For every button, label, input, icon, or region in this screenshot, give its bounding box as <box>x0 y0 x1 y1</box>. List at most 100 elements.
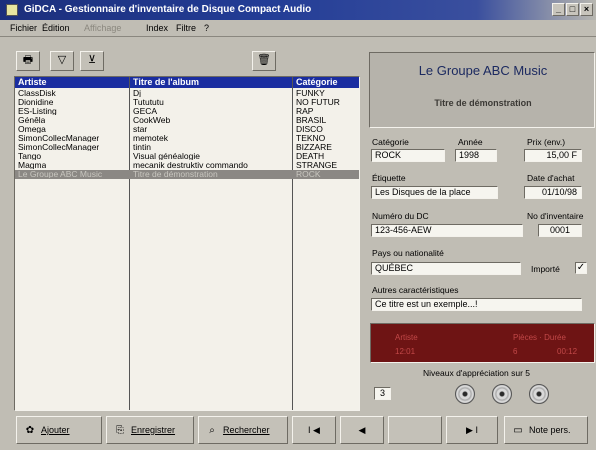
table-cell: Visual généalogie <box>133 152 200 160</box>
window-title: GiDCA - Gestionnaire d'inventaire de Dis… <box>24 4 312 15</box>
nav-prev-button[interactable]: ◀ <box>340 416 384 444</box>
pays-label: Pays ou nationalité <box>372 248 444 258</box>
numero-dc-field[interactable]: 123-456-AEW <box>371 224 523 237</box>
menu-help[interactable]: ? <box>204 23 209 33</box>
annee-field[interactable]: 1998 <box>455 149 497 162</box>
table-cell: Génêla <box>18 116 46 124</box>
numero-dc-label: Numéro du DC <box>372 211 429 221</box>
table-cell: STRANGE <box>296 161 338 169</box>
menu-edition[interactable]: Édition <box>42 23 70 33</box>
table-cell: tintin <box>133 143 151 151</box>
menu-fichier[interactable]: Fichier <box>10 23 37 33</box>
prix-field[interactable]: 15,00 F <box>524 149 582 162</box>
album-banner: Le Groupe ABC Music Titre de démonstrati… <box>369 52 595 128</box>
table-cell: memotek <box>133 134 168 142</box>
table-cell: Tutututu <box>133 98 164 106</box>
save-button-label: Enregistrer <box>131 425 176 435</box>
table-cell: Dj <box>133 89 142 97</box>
table-row[interactable]: ClassDisk Dj FUNKY <box>15 89 359 98</box>
status-line1-right: Pièces · Durée <box>513 333 566 342</box>
table-cell: FUNKY <box>296 89 325 97</box>
importe-label: Importé <box>531 264 560 274</box>
table-cell: Omega <box>18 125 46 133</box>
nav-first-button[interactable]: I ◀ <box>292 416 336 444</box>
search-button-label: Rechercher <box>223 425 270 435</box>
importe-checkbox[interactable]: ✓ <box>575 262 587 274</box>
note-icon: ▭ <box>513 425 523 436</box>
add-button[interactable]: ✿ Ajouter <box>16 416 102 444</box>
table-row[interactable]: SimonCollecManager memotek TEKNO <box>15 134 359 143</box>
table-row[interactable]: Dionidine Tutututu NO FUTUR <box>15 98 359 107</box>
toolbar-divider <box>0 36 596 37</box>
status-line2-right: 00:12 <box>557 347 578 356</box>
status-line2-left: 12:01 <box>395 347 416 356</box>
title-bar[interactable]: GiDCA - Gestionnaire d'inventaire de Dis… <box>0 0 596 20</box>
status-panel: Artiste Pièces · Durée 12:01 6 00:12 <box>370 323 595 363</box>
table-cell: RAP <box>296 107 314 115</box>
table-row[interactable]: Génêla CookWeb BRASIL <box>15 116 359 125</box>
table-row[interactable]: Magma mecanik destruktiv commando STRANGE <box>15 161 359 170</box>
table-cell: ROCK <box>296 170 321 178</box>
table-row[interactable]: SimonCollecManager tintin BIZZARE <box>15 143 359 152</box>
table-cell: SimonCollecManager <box>18 134 100 142</box>
menu-affichage[interactable]: Affichage <box>84 23 121 33</box>
autres-label: Autres caractéristiques <box>372 285 459 295</box>
table-cell: CookWeb <box>133 116 171 124</box>
menu-index[interactable]: Index <box>146 23 168 33</box>
date-achat-field[interactable]: 01/10/98 <box>524 186 582 199</box>
search-button[interactable]: ⌕ Rechercher <box>198 416 288 444</box>
note-button[interactable]: ▭ Note pers. <box>504 416 588 444</box>
table-cell: BRASIL <box>296 116 327 124</box>
table-row[interactable]: Tango Visual généalogie DEATH <box>15 152 359 161</box>
table-cell: Tango <box>18 152 42 160</box>
categorie-field[interactable]: ROCK <box>371 149 445 162</box>
table-row[interactable]: Omega star DISCO <box>15 125 359 134</box>
album-list[interactable]: Artiste Titre de l'album Catégorie Class… <box>14 76 360 411</box>
menu-filtre[interactable]: Filtre <box>176 23 196 33</box>
table-cell: Titre de démonstration <box>133 170 218 178</box>
save-icon: ⎘ <box>116 425 124 436</box>
no-inventaire-field[interactable]: 0001 <box>538 224 582 237</box>
niveau-field[interactable]: 3 <box>374 387 391 400</box>
cd-icon[interactable] <box>529 384 549 404</box>
pays-field[interactable]: QUÉBEC <box>371 262 521 275</box>
autres-field[interactable]: Ce titre est un exemple...! <box>371 298 582 311</box>
table-cell: Le Groupe ABC Music <box>18 170 103 178</box>
etiquette-field[interactable]: Les Disques de la place <box>371 186 498 199</box>
cd-icon[interactable] <box>492 384 512 404</box>
table-cell: ClassDisk <box>18 89 56 97</box>
annee-label: Année <box>458 137 483 147</box>
table-row[interactable]: ES-Listing GECA RAP <box>15 107 359 116</box>
filter-clear-icon[interactable]: ⊻ <box>80 51 104 71</box>
filter-icon[interactable]: ▽ <box>50 51 74 71</box>
save-button[interactable]: ⎘ Enregistrer <box>106 416 194 444</box>
close-button[interactable]: × <box>580 3 593 16</box>
table-row[interactable]: Le Groupe ABC Music Titre de démonstratio… <box>15 170 359 179</box>
maximize-button[interactable]: □ <box>566 3 579 16</box>
add-icon: ✿ <box>25 425 35 436</box>
categorie-label: Catégorie <box>372 137 409 147</box>
note-button-label: Note pers. <box>529 425 571 435</box>
add-button-label: Ajouter <box>41 425 70 435</box>
table-cell: ES-Listing <box>18 107 57 115</box>
no-inventaire-label: No d'inventaire <box>527 211 584 221</box>
minimize-button[interactable]: _ <box>552 3 565 16</box>
etiquette-label: Étiquette <box>372 173 406 183</box>
niveaux-label: Niveaux d'appréciation sur 5 <box>423 368 530 378</box>
status-line2-mid: 6 <box>513 347 518 356</box>
trash-icon[interactable]: 🗑 <box>252 51 276 71</box>
nav-next-button[interactable]: ▶ I <box>446 416 498 444</box>
print-icon[interactable]: 🖶 <box>16 51 40 71</box>
table-cell: SimonCollecManager <box>18 143 100 151</box>
column-header-titre[interactable]: Titre de l'album <box>130 77 292 88</box>
table-cell: DEATH <box>296 152 325 160</box>
table-cell: NO FUTUR <box>296 98 340 106</box>
app-icon <box>6 4 18 16</box>
prix-label: Prix (env.) <box>527 137 566 147</box>
column-header-artiste[interactable]: Artiste <box>15 77 129 88</box>
nav-empty-slot <box>388 416 442 444</box>
cd-icon[interactable] <box>455 384 475 404</box>
table-cell: DISCO <box>296 125 323 133</box>
column-header-categorie[interactable]: Catégorie <box>293 77 359 88</box>
table-cell: mecanik destruktiv commando <box>133 161 248 169</box>
